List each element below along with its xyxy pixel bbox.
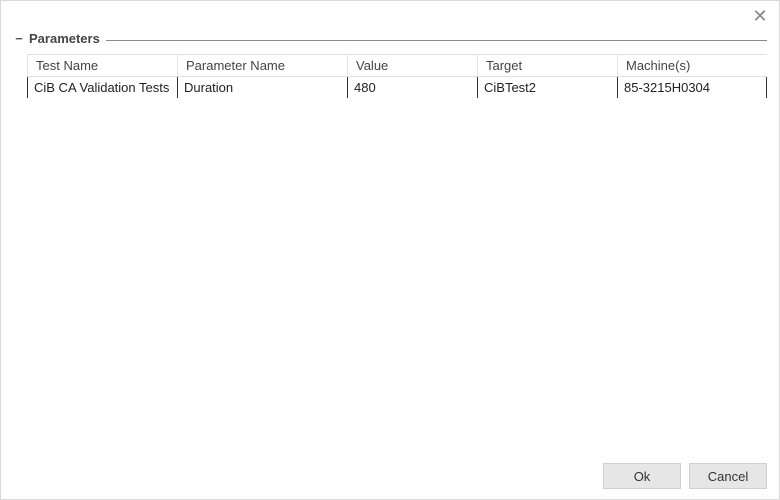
group-header: − Parameters: [13, 31, 106, 46]
parameters-group: − Parameters Test Name Parameter Name Va…: [13, 31, 767, 453]
close-icon[interactable]: ✕: [751, 7, 769, 25]
cell-parameter-name: Duration: [178, 77, 348, 99]
col-header-target[interactable]: Target: [478, 55, 618, 77]
ok-button[interactable]: Ok: [603, 463, 681, 489]
table-header-row: Test Name Parameter Name Value Target Ma…: [28, 55, 767, 77]
parameters-table: Test Name Parameter Name Value Target Ma…: [27, 54, 767, 98]
dialog-buttons: Ok Cancel: [1, 453, 779, 499]
col-header-machines[interactable]: Machine(s): [618, 55, 767, 77]
titlebar: ✕: [1, 1, 779, 31]
parameters-table-wrap: Test Name Parameter Name Value Target Ma…: [27, 54, 767, 98]
cell-value[interactable]: 480: [348, 77, 478, 99]
group-title: Parameters: [29, 31, 100, 46]
cell-target: CiBTest2: [478, 77, 618, 99]
table-row[interactable]: CiB CA Validation Tests Duration 480 CiB…: [28, 77, 767, 99]
collapse-icon[interactable]: −: [13, 31, 25, 46]
cancel-button[interactable]: Cancel: [689, 463, 767, 489]
parameters-dialog: ✕ − Parameters Test Name Parameter Name …: [0, 0, 780, 500]
col-header-parameter-name[interactable]: Parameter Name: [178, 55, 348, 77]
col-header-value[interactable]: Value: [348, 55, 478, 77]
group-divider: [13, 40, 767, 41]
cell-test-name: CiB CA Validation Tests: [28, 77, 178, 99]
cell-machines: 85-3215H0304: [618, 77, 767, 99]
col-header-test-name[interactable]: Test Name: [28, 55, 178, 77]
